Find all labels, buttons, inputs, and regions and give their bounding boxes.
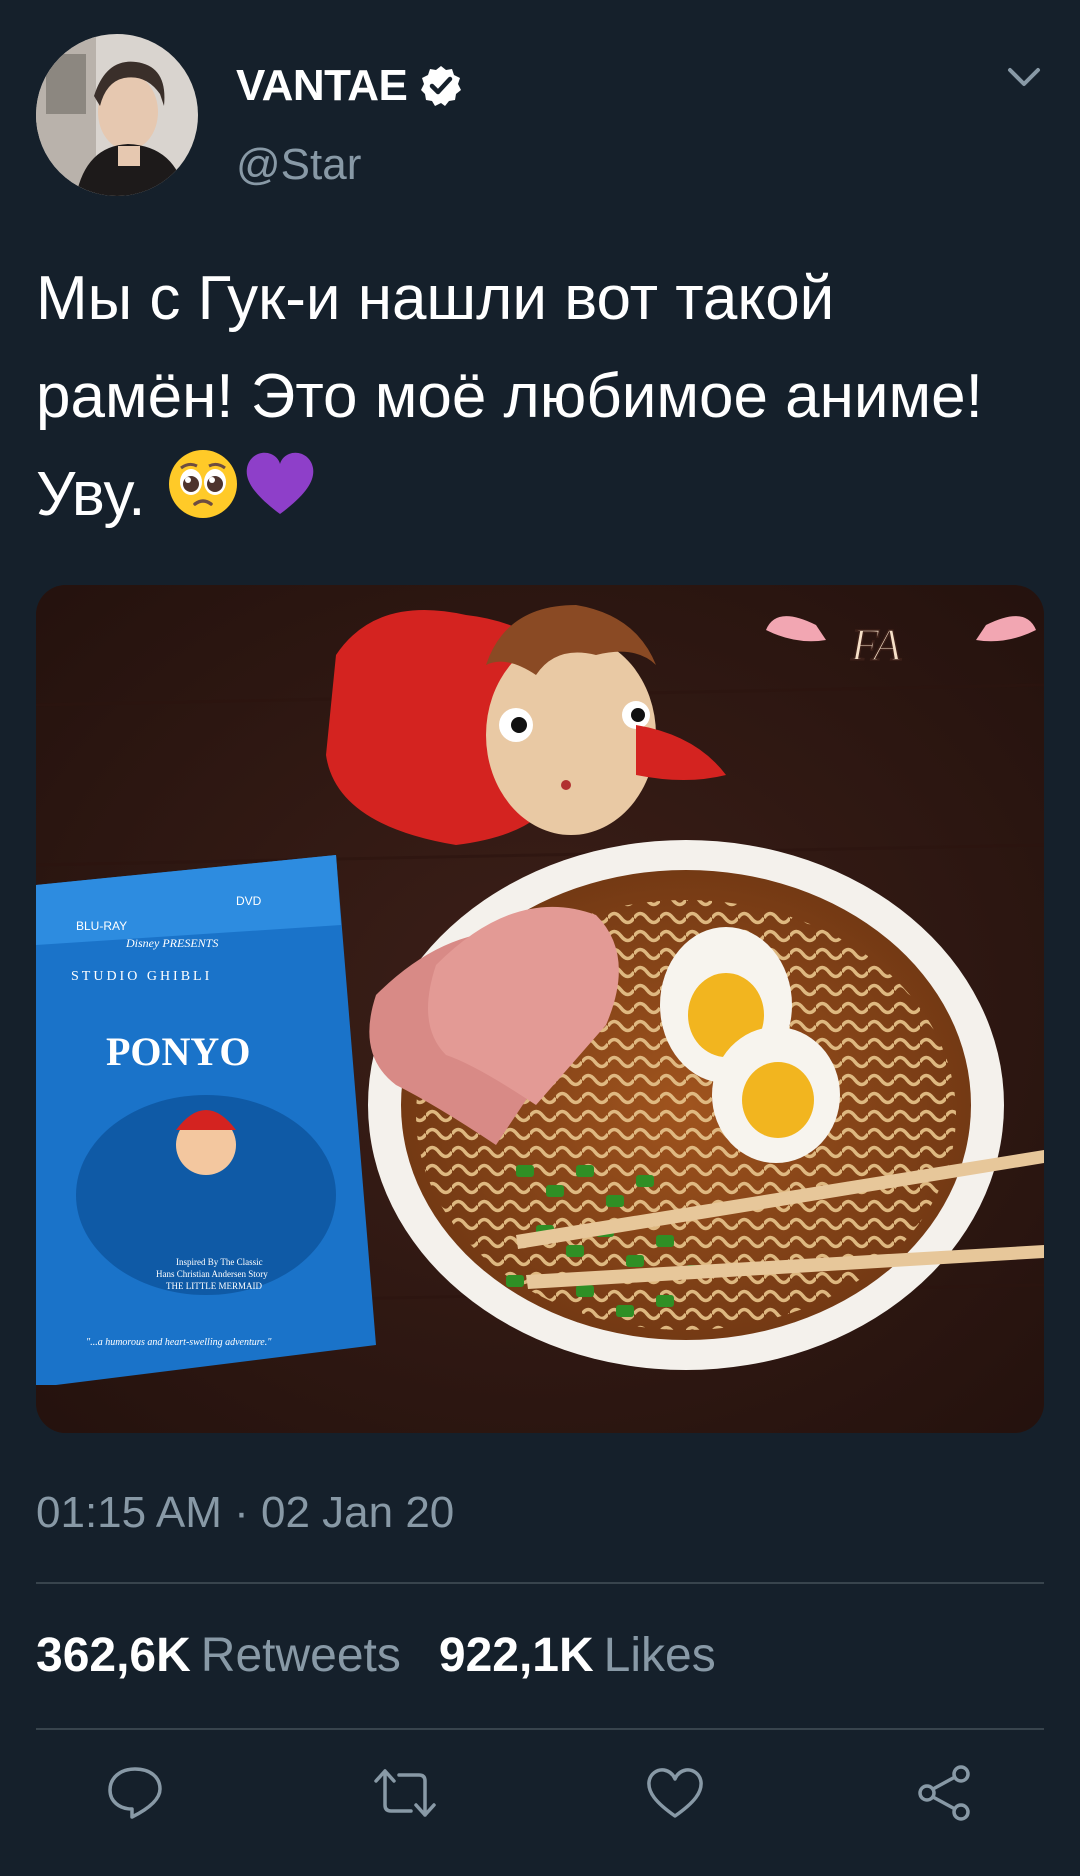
dvd-author: Hans Christian Andersen Story [156,1269,268,1279]
dvd-quote: "...a humorous and heart-swelling advent… [86,1337,272,1348]
likes-count: 922,1K [438,1629,594,1682]
watermark-text: FA [850,619,902,670]
avatar[interactable] [36,34,198,196]
author-name-row: VANTAE [236,60,463,112]
dvd-studio: STUDIO GHIBLI [71,969,212,984]
reply-icon [108,1767,162,1819]
dvd-title: PONYO [106,1029,250,1074]
chevron-down-icon[interactable] [1004,62,1044,92]
reply-button[interactable] [100,1758,170,1828]
retweets-label: Retweets [200,1629,401,1682]
retweets-count: 362,6K [36,1629,191,1682]
tweet-timestamp[interactable]: 01:15 AM · 02 Jan 20 [36,1488,454,1538]
divider [36,1728,1044,1730]
dvd-presents: Disney PRESENTS [125,936,218,950]
author-handle[interactable]: @Star [236,140,361,190]
display-name[interactable]: VANTAE [236,61,408,111]
tweet-text: Мы с Гук-и нашли вот такой рамён! Это мо… [36,250,1046,549]
heart-icon [647,1768,703,1818]
ponyo-dvd-image: BLU-RAY DVD Disney PRESENTS STUDIO GHIBL… [36,855,376,1385]
pleading-face-emoji [167,448,239,549]
divider [36,1582,1044,1584]
retweet-icon [374,1769,436,1817]
dvd-dvd-label: DVD [236,894,262,908]
like-button[interactable] [640,1758,710,1828]
verified-badge-icon [421,66,462,106]
tweet: VANTAE @Star Мы с Гук-и нашли вот такой … [0,0,1080,1876]
tweet-photo[interactable]: BLU-RAY DVD Disney PRESENTS STUDIO GHIBL… [36,585,1044,1433]
tweet-stats: 362,6K Retweets 922,1K Likes [36,1628,716,1683]
dvd-story: THE LITTLE MERMAID [166,1281,262,1291]
retweet-button[interactable] [370,1758,440,1828]
likes-label: Likes [603,1629,716,1682]
dvd-bluray-label: BLU-RAY [76,919,127,933]
likes-stat[interactable]: 922,1K Likes [439,1628,716,1683]
share-button[interactable] [910,1758,980,1828]
dvd-inspired: Inspired By The Classic [176,1257,263,1267]
purple-heart-emoji [243,448,317,549]
share-icon [918,1765,970,1821]
retweets-stat[interactable]: 362,6K Retweets [36,1628,401,1683]
tweet-action-bar [0,1758,1080,1838]
